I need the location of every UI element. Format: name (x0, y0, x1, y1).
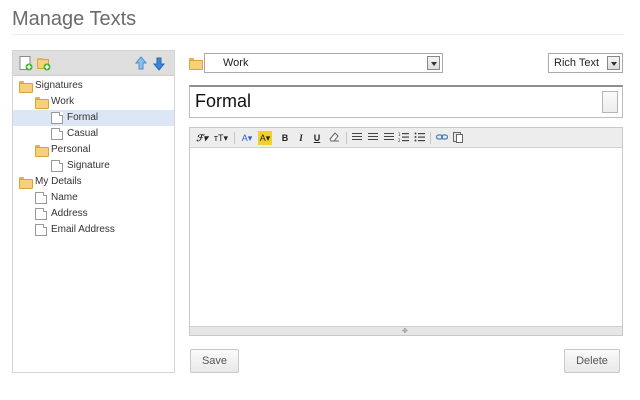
folder-icon (189, 58, 203, 70)
tree-item-label: My Details (35, 176, 82, 187)
tree-item-label: Signature (67, 160, 110, 171)
editor-content-area[interactable] (190, 148, 622, 326)
add-folder-icon[interactable] (37, 56, 51, 71)
tree-toolbar (13, 51, 174, 76)
clear-format-icon[interactable] (328, 131, 340, 145)
add-text-icon[interactable] (19, 56, 33, 71)
toolbar-separator (346, 132, 347, 144)
link-icon[interactable] (435, 131, 449, 145)
svg-text:1: 1 (398, 132, 401, 137)
tree-item-label: Address (51, 208, 88, 219)
tree-item-label: Personal (51, 144, 91, 155)
tree-item-label: Work (51, 96, 75, 107)
text-color-button[interactable]: A▾ (240, 131, 254, 145)
paste-icon[interactable] (452, 131, 464, 145)
editor-resize-handle[interactable]: ✤ (190, 326, 622, 335)
bullet-list-icon[interactable] (414, 131, 426, 145)
tree-item[interactable]: Email Address (13, 222, 174, 238)
toolbar-separator (430, 132, 431, 144)
delete-button[interactable]: Delete (564, 349, 620, 373)
align-right-icon[interactable] (384, 133, 394, 142)
document-icon (51, 128, 63, 140)
rich-text-editor: ℱ▾ ᴛT▾ A▾ A▾ B I U 12 ✤ (189, 127, 623, 336)
chevron-down-icon[interactable] (607, 56, 620, 70)
tree-item[interactable]: Signature (13, 158, 174, 174)
tree-item-label: Casual (67, 128, 99, 139)
tree-item[interactable]: Formal (13, 110, 174, 126)
format-select[interactable]: Rich Text (548, 53, 623, 73)
font-family-button[interactable]: ℱ▾ (195, 131, 209, 145)
title-divider (12, 34, 624, 35)
toolbar-separator (234, 132, 235, 144)
document-icon (602, 91, 618, 113)
tree-item-label: Signatures (35, 80, 83, 91)
italic-button[interactable]: I (296, 131, 306, 145)
document-icon (51, 112, 63, 124)
chevron-down-icon[interactable] (427, 56, 440, 70)
document-icon (35, 208, 47, 220)
tree-item-label: Name (51, 192, 78, 203)
tree-item[interactable]: Casual (13, 126, 174, 142)
texts-tree: Signatures Work Formal Casual Personal Signat… (13, 76, 174, 238)
tree-item[interactable]: Personal (13, 142, 174, 158)
save-button[interactable]: Save (190, 349, 239, 373)
resize-grip-icon: ✤ (402, 328, 408, 335)
texts-tree-panel: Signatures Work Formal Casual Personal Signat… (12, 50, 175, 373)
align-left-icon[interactable] (352, 133, 362, 142)
tree-item[interactable]: Name (13, 190, 174, 206)
document-icon (35, 192, 47, 204)
folder-select-value: Work (223, 57, 249, 69)
tree-item-label: Email Address (51, 224, 115, 235)
move-down-icon[interactable] (152, 56, 166, 71)
font-size-button[interactable]: ᴛT▾ (213, 131, 229, 145)
folder-icon (35, 97, 49, 109)
tree-item-label: Formal (67, 112, 99, 123)
document-icon (35, 224, 47, 236)
document-icon (51, 160, 63, 172)
underline-button[interactable]: U (312, 131, 322, 145)
page-title: Manage Texts (12, 8, 137, 30)
folder-select[interactable]: Work (204, 53, 443, 73)
move-up-icon[interactable] (134, 56, 148, 71)
text-title-input[interactable]: Formal (189, 85, 623, 118)
text-title-value: Formal (195, 91, 252, 111)
highlight-color-button[interactable]: A▾ (258, 131, 272, 145)
svg-text:2: 2 (398, 138, 401, 143)
tree-item[interactable]: Signatures (13, 78, 174, 94)
bold-button[interactable]: B (280, 131, 290, 145)
folder-icon (19, 81, 33, 93)
folder-icon (35, 145, 49, 157)
editor-toolbar: ℱ▾ ᴛT▾ A▾ A▾ B I U 12 (190, 128, 622, 148)
tree-item[interactable]: Address (13, 206, 174, 222)
tree-item[interactable]: My Details (13, 174, 174, 190)
align-center-icon[interactable] (368, 133, 378, 142)
numbered-list-icon[interactable]: 12 (398, 131, 410, 145)
tree-item[interactable]: Work (13, 94, 174, 110)
format-select-value: Rich Text (554, 57, 600, 69)
folder-icon (19, 177, 33, 189)
